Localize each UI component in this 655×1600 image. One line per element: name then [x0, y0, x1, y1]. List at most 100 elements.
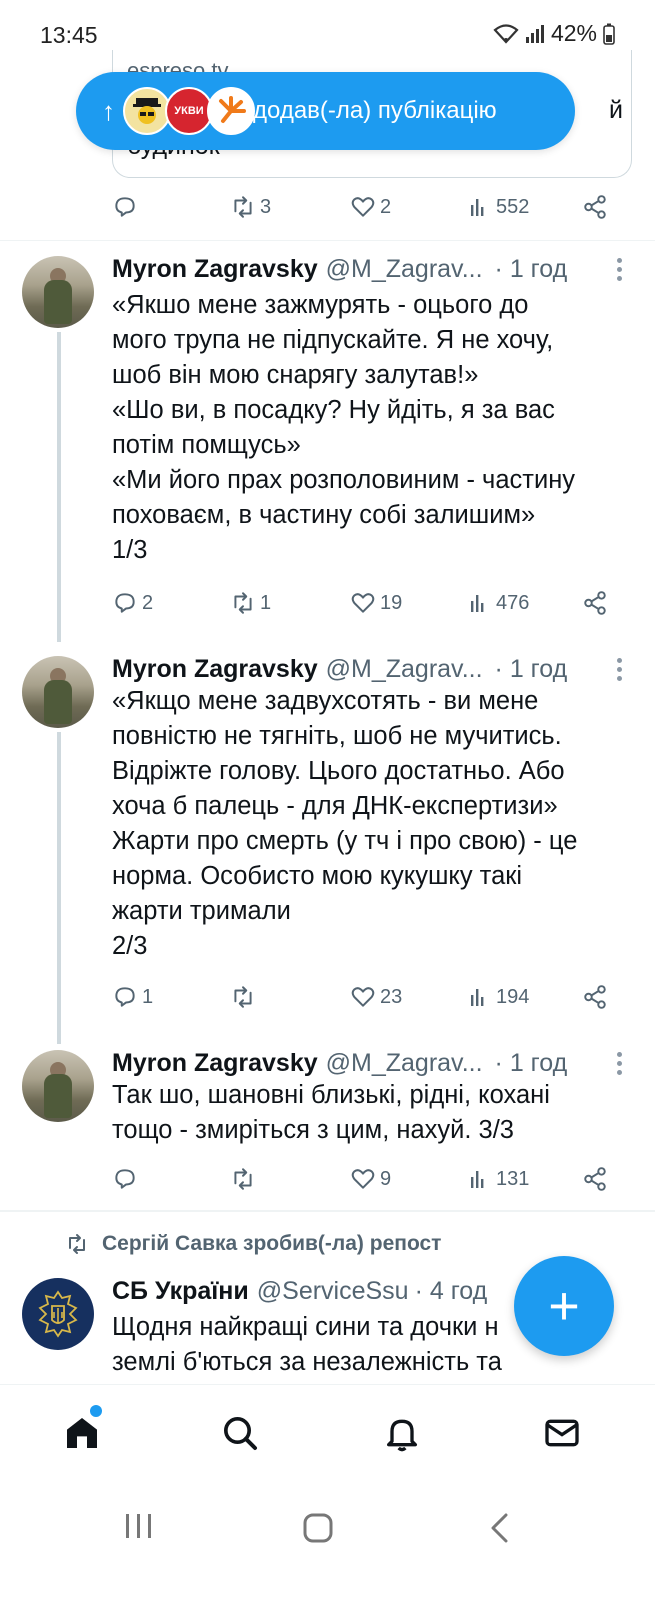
author-name[interactable]: Myron Zagravsky	[112, 1049, 318, 1078]
tweet-time[interactable]: · 1 год	[495, 655, 568, 684]
bell-icon	[387, 1419, 417, 1452]
back-button[interactable]	[488, 1512, 512, 1549]
share-icon	[584, 985, 606, 1009]
avatar[interactable]	[22, 1050, 94, 1122]
like-button[interactable]: 9	[350, 1166, 391, 1192]
share-button[interactable]	[582, 590, 608, 616]
tweet-text-line: повністю не тягніть, шоб не мучитись.	[112, 722, 562, 750]
tweet-time[interactable]: · 1 год	[495, 1049, 568, 1078]
more-options-icon[interactable]	[617, 258, 623, 285]
share-icon	[584, 195, 606, 219]
back-icon	[491, 1513, 508, 1543]
heart-icon	[351, 987, 375, 1007]
reply-button[interactable]	[112, 194, 142, 220]
status-icons: 42%	[493, 20, 615, 47]
tweet-text-line: 2/3	[112, 932, 148, 960]
recents-icon	[126, 1514, 151, 1538]
tweet-text-line: 1/3	[112, 536, 148, 564]
retweet-button[interactable]	[230, 1166, 260, 1192]
like-count: 23	[380, 985, 403, 1008]
heart-icon	[351, 1169, 375, 1189]
divider	[0, 240, 655, 241]
views-button[interactable]: 194	[468, 985, 529, 1009]
reply-button[interactable]	[112, 1166, 142, 1192]
battery-icon	[603, 23, 615, 45]
compose-post-button[interactable]: +	[514, 1256, 614, 1356]
reply-icon	[115, 197, 135, 217]
tweet-time[interactable]: · 1 год	[495, 255, 568, 284]
system-navigation	[0, 1480, 655, 1600]
reply-icon	[115, 1169, 135, 1189]
divider	[0, 1210, 655, 1212]
tweet-text-line: жарти тримали	[112, 897, 291, 925]
retweet-count: 1	[260, 591, 272, 614]
tweet-text-line: потім помщусь»	[112, 431, 301, 459]
author-name[interactable]: Myron Zagravsky	[112, 255, 318, 284]
tweet-time[interactable]: · 4 год	[415, 1277, 488, 1306]
tweet-text-line: норма. Особисто мою кукушку такі	[112, 862, 523, 890]
like-button[interactable]: 2	[350, 194, 391, 220]
retweet-button[interactable]: 3	[230, 194, 271, 220]
views-icon	[471, 595, 484, 612]
search-icon	[224, 1417, 257, 1450]
like-button[interactable]: 19	[350, 590, 402, 616]
tweet-actions: 1 23 194	[112, 980, 632, 1014]
view-count: 476	[496, 591, 530, 614]
author-name[interactable]: Myron Zagravsky	[112, 655, 318, 684]
link-preview-title-fragment: й	[609, 96, 623, 124]
wifi-icon	[493, 23, 519, 44]
recents-button[interactable]	[124, 1512, 154, 1545]
like-button[interactable]: 23	[350, 984, 402, 1010]
author-handle[interactable]: @ServiceSsu	[257, 1277, 409, 1306]
battery-level: 42%	[550, 20, 597, 46]
thread-line	[57, 332, 61, 642]
more-options-icon[interactable]	[617, 658, 623, 685]
reply-icon	[115, 987, 135, 1007]
views-button[interactable]: 131	[468, 1167, 529, 1191]
views-icon	[471, 199, 484, 216]
reply-icon	[115, 593, 135, 613]
author-handle[interactable]: @M_Zagrav...	[326, 1049, 483, 1078]
tweet-text-line: тощо - змиріться з цим, нахуй. 3/3	[112, 1116, 514, 1144]
nav-home[interactable]	[60, 1411, 104, 1455]
reply-button[interactable]: 1	[112, 984, 153, 1010]
avatar[interactable]	[22, 1278, 94, 1350]
avatar[interactable]	[22, 256, 94, 328]
home-button[interactable]	[302, 1512, 334, 1549]
retweet-icon	[234, 592, 252, 614]
tweet-text-line: «Шо ви, в посадку? Ну йдіть, я за вас	[112, 396, 555, 424]
share-button[interactable]	[582, 194, 608, 220]
retweet-count: 3	[260, 195, 272, 218]
nav-messages[interactable]	[540, 1411, 584, 1455]
tweet-header: Myron Zagravsky @M_Zagrav... · 1 год	[112, 252, 635, 286]
repost-indicator[interactable]: Сергій Савка зробив(-ла) репост	[64, 1232, 441, 1256]
retweet-button[interactable]: 1	[230, 590, 271, 616]
heart-icon	[351, 593, 375, 613]
tweet-actions: 2 1 19 476	[112, 586, 632, 620]
author-handle[interactable]: @M_Zagrav...	[326, 655, 483, 684]
author-name[interactable]: СБ України	[112, 1277, 249, 1306]
retweet-icon	[234, 986, 252, 1008]
new-posts-pill[interactable]: ↑ УКВИ додав(-ла) публікацію	[76, 72, 575, 150]
avatar	[123, 87, 171, 135]
tweet-text-line: «Якшо мене зажмурять - оцього до	[112, 291, 529, 319]
tweet-text-line: мого трупа не підпускайте. Я не хочу,	[112, 326, 554, 354]
sbu-emblem-icon	[38, 1290, 78, 1338]
like-count: 9	[380, 1167, 392, 1190]
share-button[interactable]	[582, 984, 608, 1010]
share-button[interactable]	[582, 1166, 608, 1192]
reply-button[interactable]: 2	[112, 590, 153, 616]
views-button[interactable]: 552	[468, 195, 529, 219]
views-button[interactable]: 476	[468, 591, 529, 615]
tweet-text-line: Так шо, шановні близькі, рідні, кохані	[112, 1081, 550, 1109]
author-handle[interactable]: @M_Zagrav...	[326, 255, 483, 284]
avatar[interactable]	[22, 656, 94, 728]
nav-notifications[interactable]	[380, 1411, 424, 1455]
nav-search[interactable]	[218, 1411, 262, 1455]
retweet-icon	[234, 196, 252, 218]
mail-icon	[545, 1419, 579, 1447]
more-options-icon[interactable]	[617, 1052, 623, 1079]
status-time: 13:45	[40, 22, 98, 48]
tweet-text-line: Жарти про смерть (у тч і про свою) - це	[112, 827, 578, 855]
retweet-button[interactable]	[230, 984, 260, 1010]
